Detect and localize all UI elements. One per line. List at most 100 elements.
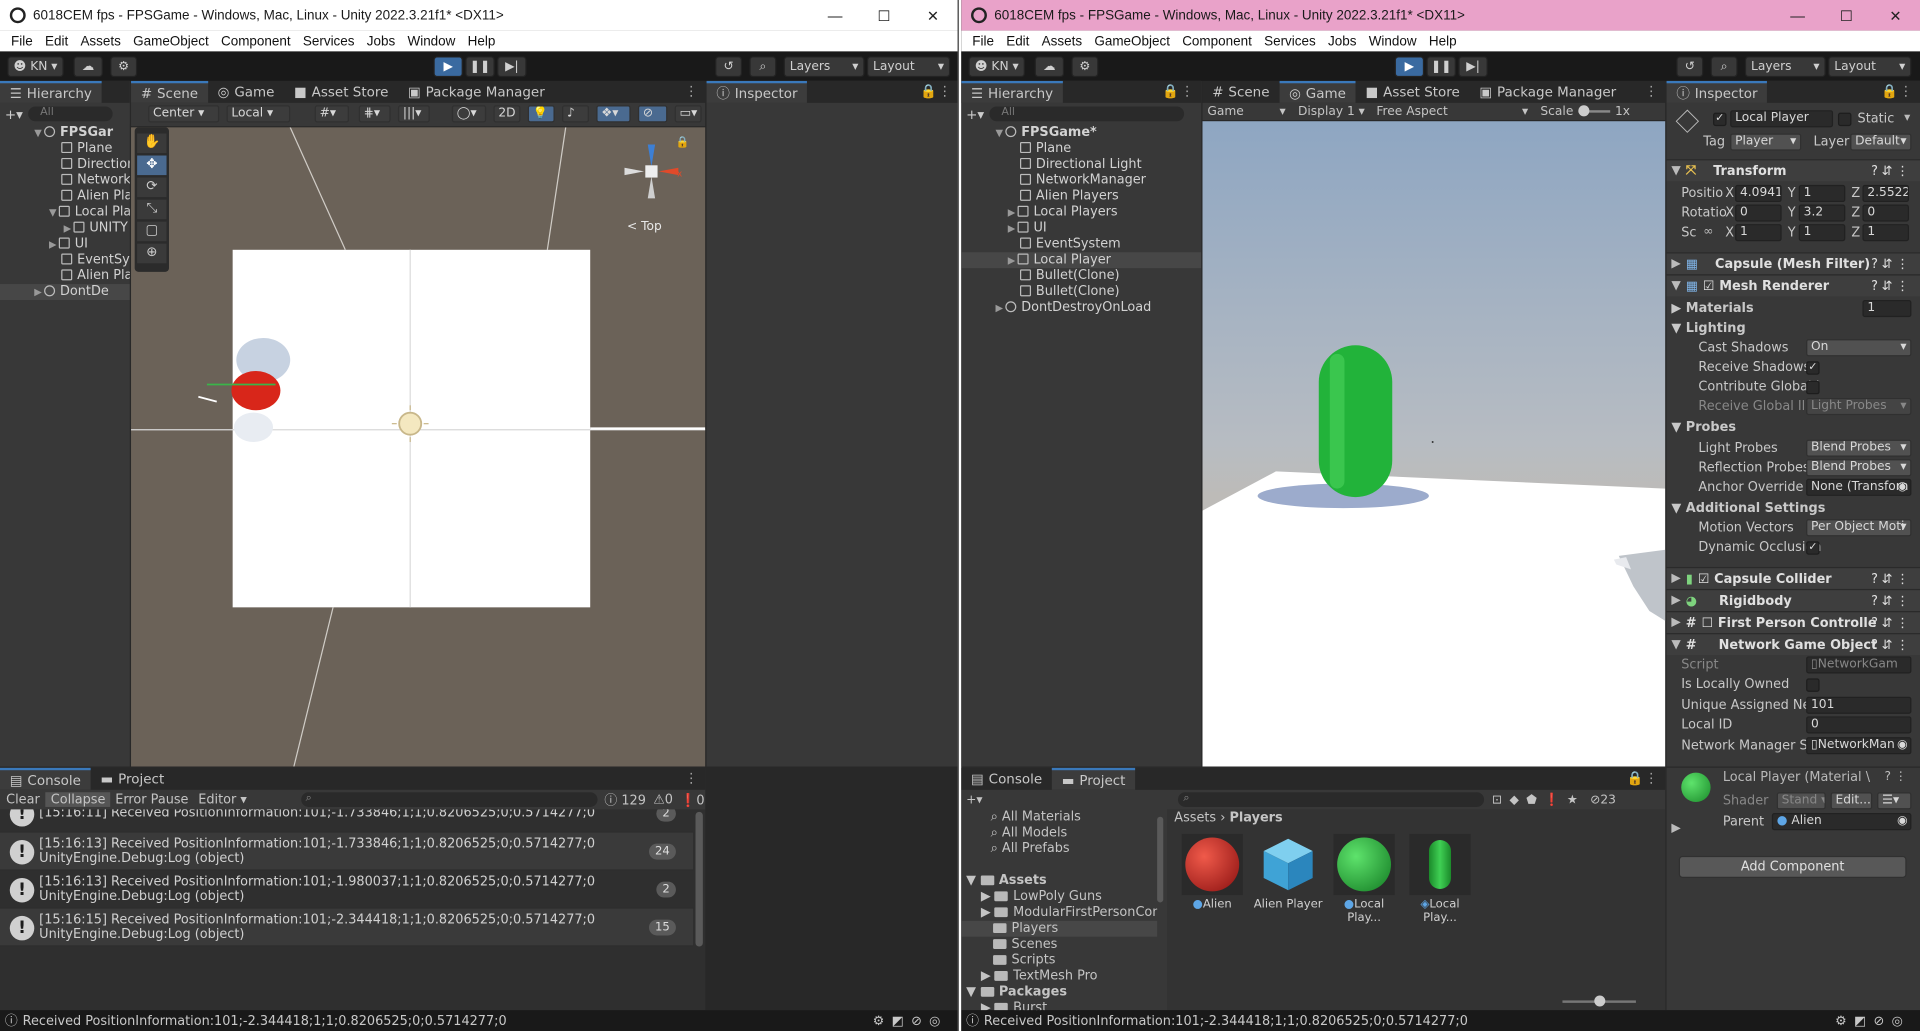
hier-item-alien[interactable]: Alien Pla bbox=[0, 189, 130, 205]
move-tool-icon[interactable]: ✥ bbox=[137, 155, 167, 176]
tab-inspector[interactable]: ⓘ Inspector bbox=[1666, 80, 1768, 103]
filter-icons[interactable]: ⊡◆⬟❗★ bbox=[1492, 793, 1585, 806]
menu-jobs[interactable]: Jobs bbox=[361, 34, 402, 49]
static-checkbox[interactable] bbox=[1837, 112, 1852, 127]
static-dropdown-icon[interactable]: ▾ bbox=[1904, 111, 1910, 124]
hierarchy-search-input[interactable]: All bbox=[27, 106, 113, 122]
more-icon[interactable]: ⋮ bbox=[1180, 83, 1193, 99]
hier-item-eventsystem[interactable]: EventSystem bbox=[961, 236, 1201, 252]
tree-packages[interactable]: ▼ Packages bbox=[961, 984, 1157, 1000]
console-row[interactable]: ! [15:16:13] Received PositionInformation… bbox=[0, 832, 694, 871]
tag-dropdown[interactable]: Player ▾ bbox=[1730, 133, 1802, 151]
hier-item-network[interactable]: NetworkManager bbox=[961, 173, 1201, 189]
console-row[interactable]: ! [15:16:15] Received PositionInformation… bbox=[0, 908, 694, 947]
warn-count[interactable]: ⚠0 bbox=[653, 792, 673, 807]
enabled-check[interactable]: ☐ bbox=[1701, 615, 1713, 630]
tab-project[interactable]: ▬ Project bbox=[91, 768, 174, 790]
rigidbody-header[interactable]: ▶ ◕ Rigidbody ?⇵⋮ bbox=[1666, 588, 1920, 612]
tree-lowpoly[interactable]: ▶ LowPoly Guns bbox=[961, 889, 1157, 905]
edit-shader-button[interactable]: Edit... bbox=[1830, 792, 1873, 810]
cloud-button[interactable]: ☁ bbox=[73, 56, 103, 78]
contribute-gi-checkbox[interactable] bbox=[1806, 380, 1820, 395]
add-asset-icon[interactable]: +▾ bbox=[966, 793, 982, 806]
hier-item-plane[interactable]: Plane bbox=[0, 141, 130, 157]
materials-count[interactable]: 1 bbox=[1862, 300, 1912, 318]
breadcrumb-players[interactable]: Players bbox=[1229, 811, 1282, 826]
hier-item-local[interactable]: ▼ Local Pla bbox=[0, 204, 130, 220]
menu-component[interactable]: Component bbox=[215, 34, 297, 49]
pause-button[interactable]: ❚❚ bbox=[465, 56, 495, 78]
menu-assets[interactable]: Assets bbox=[74, 34, 127, 49]
tab-hierarchy[interactable]: ☰ Hierarchy bbox=[961, 80, 1063, 103]
tab-project[interactable]: ▬ Project bbox=[1051, 767, 1136, 790]
transform-header[interactable]: ▼ ⤧ Transform ?⇵⋮ bbox=[1666, 159, 1920, 182]
thumbnail-size-slider[interactable] bbox=[1562, 995, 1636, 1007]
more-icon[interactable]: ⋮ bbox=[1644, 770, 1657, 786]
menu-assets[interactable]: Assets bbox=[1036, 34, 1089, 49]
position-x[interactable]: 4.0941 bbox=[1735, 184, 1782, 203]
mesh-renderer-header[interactable]: ▼ ▦ ☑ Mesh Renderer ?⇵⋮ bbox=[1666, 274, 1920, 297]
more-icon[interactable]: ⋮ bbox=[1644, 83, 1657, 99]
lock-icon[interactable]: 🔒 bbox=[676, 137, 690, 149]
menu-window[interactable]: Window bbox=[1363, 34, 1423, 49]
layout-dropdown[interactable]: Layout ▾ bbox=[866, 56, 951, 78]
hier-item-alien2[interactable]: Alien Pla bbox=[0, 268, 130, 284]
menu-gameobject[interactable]: GameObject bbox=[127, 34, 215, 49]
hier-item-ui[interactable]: ▶ UI bbox=[961, 220, 1201, 236]
pause-button[interactable]: ❚❚ bbox=[1426, 56, 1456, 78]
hier-item-dontdestroy[interactable]: ▶ DontDe bbox=[0, 284, 130, 301]
tree-textmesh[interactable]: ▶ TextMesh Pro bbox=[961, 969, 1157, 985]
tab-scene[interactable]: # Scene bbox=[131, 80, 208, 103]
lock-icon[interactable]: 🔒 bbox=[920, 83, 937, 99]
pivot-dropdown[interactable]: Center ▾ bbox=[148, 105, 220, 123]
lighting-foldout[interactable]: ▼ Lighting bbox=[1671, 321, 1745, 336]
mesh-filter-header[interactable]: ▶ ▦ Capsule (Mesh Filter) ?⇵⋮ bbox=[1666, 252, 1920, 275]
tree-modular[interactable]: ▶ ModularFirstPersonContrc bbox=[961, 905, 1157, 921]
probes-foldout[interactable]: ▼ Probes bbox=[1671, 420, 1736, 435]
more-icon[interactable]: ⋮ bbox=[1899, 83, 1912, 99]
draw-mode-dropdown[interactable]: ◯▾ bbox=[451, 105, 487, 123]
hier-item-bullet[interactable]: Bullet(Clone) bbox=[961, 268, 1201, 284]
menu-component[interactable]: Component bbox=[1176, 34, 1258, 49]
play-button[interactable]: ▶ bbox=[1394, 56, 1425, 78]
visibility-toggle[interactable]: ⊘ bbox=[637, 105, 668, 123]
breadcrumb-assets[interactable]: Assets bbox=[1174, 811, 1216, 826]
layer-dropdown[interactable]: Default ▾ bbox=[1850, 133, 1912, 151]
fpc-header[interactable]: ▶ # ☐ First Person Controlle ?⇵⋮ bbox=[1666, 611, 1920, 634]
menu-window[interactable]: Window bbox=[401, 34, 461, 49]
more-icon[interactable]: ⋮ bbox=[684, 770, 697, 786]
reflection-probes-dropdown[interactable]: Blend Probes ▾ bbox=[1806, 459, 1912, 477]
account-dropdown[interactable]: ☻ KN ▾ bbox=[7, 56, 64, 78]
menu-gameobject[interactable]: GameObject bbox=[1088, 34, 1176, 49]
play-button[interactable]: ▶ bbox=[433, 56, 463, 78]
hand-tool-icon[interactable]: ✋ bbox=[137, 133, 167, 154]
step-button[interactable]: ▶| bbox=[497, 56, 527, 78]
hier-item-local-player[interactable]: ▶ Local Player bbox=[961, 252, 1202, 269]
menu-services[interactable]: Services bbox=[297, 34, 361, 49]
component-menu-icons[interactable]: ?⇵⋮ bbox=[1871, 279, 1912, 294]
hier-item-network[interactable]: Networkl bbox=[0, 173, 130, 189]
component-menu-icons[interactable]: ?⇵⋮ bbox=[1871, 571, 1912, 586]
tree-scenes[interactable]: Scenes bbox=[961, 937, 1157, 953]
search-button[interactable]: ⌕ bbox=[749, 56, 777, 78]
collab-button[interactable]: ⚙ bbox=[1071, 56, 1099, 78]
cloud-button[interactable]: ☁ bbox=[1034, 56, 1065, 78]
menu-file[interactable]: File bbox=[966, 34, 1000, 49]
error-count[interactable]: ❗0 bbox=[680, 792, 704, 808]
camera-dropdown[interactable]: ▭▾ bbox=[674, 105, 702, 123]
tab-scene[interactable]: # Scene bbox=[1202, 81, 1279, 103]
network-manager-field[interactable]: ▯NetworkMan ◉ bbox=[1806, 737, 1912, 755]
rotation-z[interactable]: 0 bbox=[1862, 204, 1909, 222]
menu-help[interactable]: Help bbox=[462, 34, 502, 49]
rotation-y[interactable]: 3.2 bbox=[1798, 204, 1846, 222]
close-button[interactable]: ✕ bbox=[909, 0, 958, 31]
error-pause-button[interactable]: Error Pause bbox=[110, 792, 193, 807]
clear-button[interactable]: Clear bbox=[0, 792, 46, 807]
history-button[interactable]: ↺ bbox=[715, 56, 743, 78]
material-menu-icons[interactable]: ?⋮ bbox=[1884, 770, 1910, 783]
hier-item-alien-players[interactable]: Alien Players bbox=[961, 189, 1201, 205]
tab-console[interactable]: ▤ Console bbox=[0, 767, 91, 790]
materials-label[interactable]: ▶ Materials bbox=[1671, 301, 1753, 316]
menu-services[interactable]: Services bbox=[1258, 34, 1322, 49]
tab-asset-store[interactable]: ■ Asset Store bbox=[1356, 81, 1470, 103]
